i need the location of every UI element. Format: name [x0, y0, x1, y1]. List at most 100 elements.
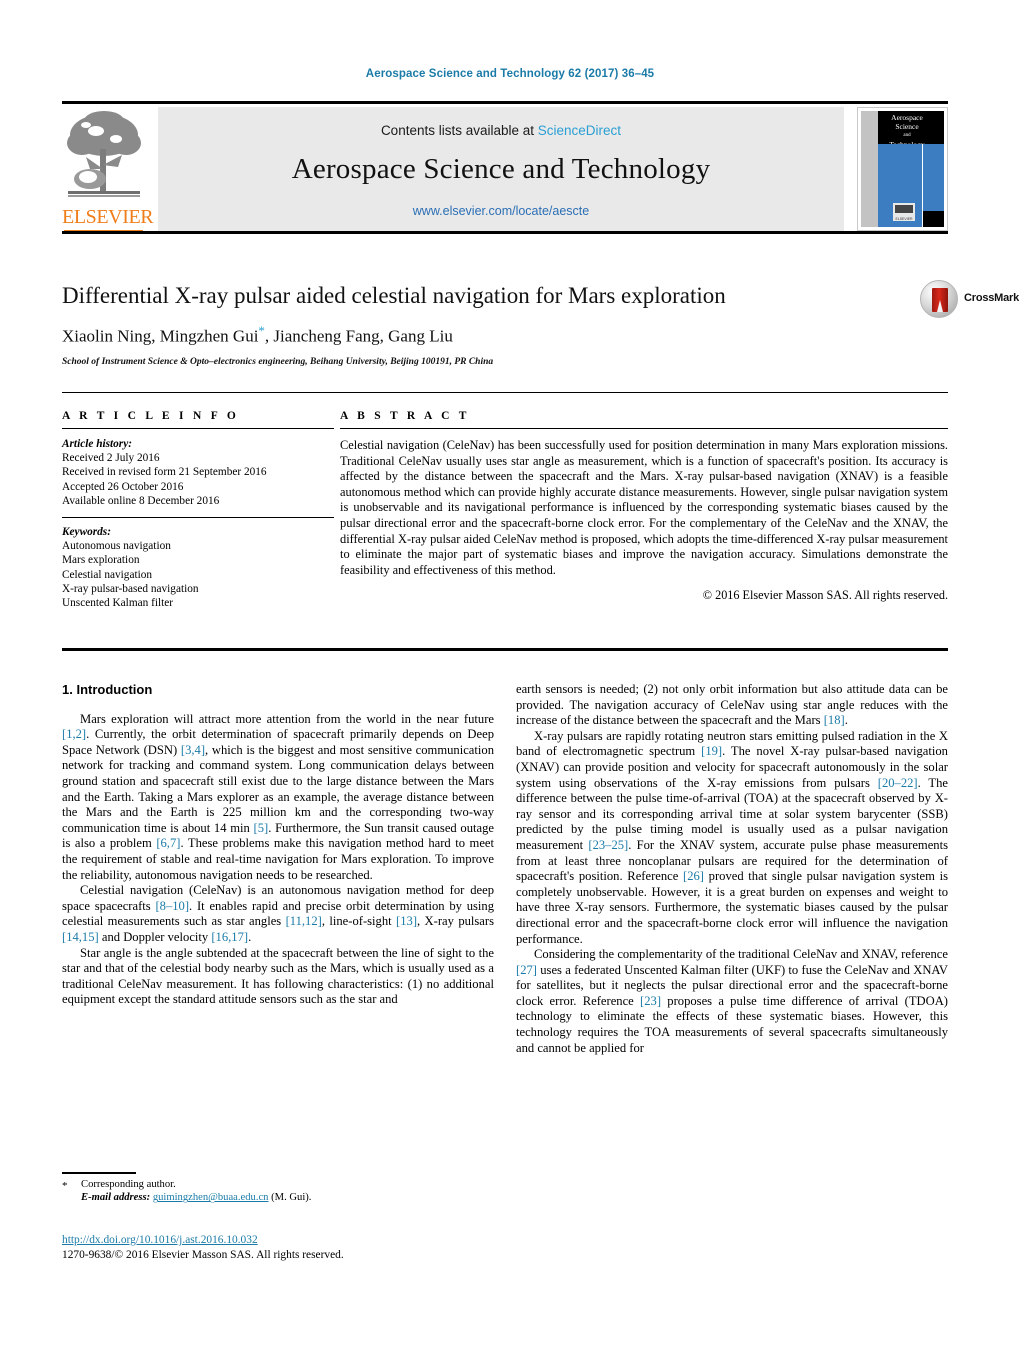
contents-prefix-text: Contents lists available at [380, 123, 538, 138]
history-item: Available online 8 December 2016 [62, 494, 220, 507]
paragraph-text: earth sensors is needed; (2) not only or… [516, 682, 948, 728]
masthead-bottom-rule [62, 231, 948, 234]
keyword-item: Mars exploration [62, 554, 140, 567]
abstract-copyright: © 2016 Elsevier Masson SAS. All rights r… [702, 588, 948, 603]
cover-title-line2: Science [895, 122, 919, 131]
sciencedirect-link[interactable]: ScienceDirect [538, 123, 621, 138]
author-names-part2: , Jiancheng Fang, Gang Liu [264, 326, 453, 346]
crossmark-disc-icon [920, 280, 958, 318]
citation-link[interactable]: [14,15] [62, 930, 99, 944]
article-info-section: A R T I C L E I N F O Article history: R… [62, 410, 334, 610]
abstract-rule [340, 428, 948, 429]
citation-link[interactable]: [11,12] [286, 914, 322, 928]
doi-link[interactable]: http://dx.doi.org/10.1016/j.ast.2016.10.… [62, 1233, 494, 1248]
cover-logo-bars [895, 205, 913, 213]
elsevier-wordmark: ELSEVIER [62, 206, 154, 228]
corresponding-author-note: Corresponding author. [81, 1179, 176, 1190]
citation-link[interactable]: [13] [396, 914, 417, 928]
body-paragraph: Star angle is the angle subtended at the… [62, 946, 494, 1008]
crossmark-book-icon [932, 288, 948, 312]
page-title: Differential X-ray pulsar aided celestia… [62, 283, 726, 308]
paragraph-text: . [844, 713, 848, 728]
article-history-label: Article history: [62, 438, 132, 450]
cover-title-line3: and [903, 133, 911, 138]
footnote-separator-rule [62, 1172, 136, 1174]
paragraph-text: and Doppler velocity [98, 929, 212, 944]
body-paragraph: X-ray pulsars are rapidly rotating neutr… [516, 729, 948, 947]
citation-link[interactable]: [27] [516, 963, 537, 977]
abstract-bottom-rule [62, 648, 948, 651]
paper-page: Aerospace Science and Technology 62 (201… [0, 0, 1020, 1351]
body-paragraph: earth sensors is needed; (2) not only or… [516, 682, 948, 729]
citation-link[interactable]: [8–10] [155, 899, 189, 913]
cover-gray-band [861, 111, 878, 227]
crossmark-badge[interactable]: CrossMark [920, 280, 1019, 320]
keywords-label: Keywords: [62, 526, 111, 539]
doi-block: http://dx.doi.org/10.1016/j.ast.2016.10.… [62, 1233, 494, 1262]
email-suffix: (M. Gui). [271, 1192, 312, 1204]
body-column-right: earth sensors is needed; (2) not only or… [516, 682, 948, 1056]
citation-link[interactable]: [3,4] [181, 743, 205, 757]
affiliation: School of Instrument Science & Opto–elec… [62, 356, 494, 367]
paragraph-text: , line-of-sight [321, 914, 397, 929]
history-item: Received 2 July 2016 [62, 452, 160, 465]
cover-black-corner [923, 211, 944, 227]
citation-link[interactable]: [23] [640, 994, 661, 1008]
elsevier-tree-icon [66, 109, 142, 205]
email-link[interactable]: guimingzhen@buaa.edu.cn [153, 1192, 269, 1203]
paragraph-text: Mars exploration will attract more atten… [80, 711, 494, 726]
citation-link[interactable]: [1,2] [62, 727, 86, 741]
journal-title: Aerospace Science and Technology [291, 153, 711, 185]
footnote-star-marker: * [62, 1180, 68, 1192]
abstract-heading: A B S T R A C T [340, 410, 470, 422]
cover-elsevier-logo-icon: ELSEVIER [893, 203, 915, 221]
keywords-block: Keywords: Autonomous navigation Mars exp… [62, 525, 334, 610]
email-address-line: E-mail address: guimingzhen@buaa.edu.cn … [81, 1191, 494, 1204]
cover-blue-right-panel [923, 144, 944, 211]
paragraph-text: Considering the complementarity of the t… [534, 947, 948, 962]
citation-link[interactable]: [5] [254, 821, 269, 835]
body-paragraph: Considering the complementarity of the t… [516, 947, 948, 1056]
keyword-item: Unscented Kalman filter [62, 597, 174, 610]
history-item: Accepted 26 October 2016 [62, 480, 184, 493]
cover-inner: Aerospace Science and Technology ELSEVIE… [861, 111, 944, 227]
issn-copyright-line: 1270-9638/© 2016 Elsevier Masson SAS. Al… [62, 1248, 344, 1261]
article-info-rule-2 [62, 517, 334, 519]
paragraph-text: . [248, 929, 252, 944]
body-paragraph: Mars exploration will attract more atten… [62, 712, 494, 884]
journal-url-link[interactable]: www.elsevier.com/locate/aescte [158, 204, 844, 218]
citation-link[interactable]: [20–22] [878, 776, 918, 790]
journal-cover-thumbnail: Aerospace Science and Technology ELSEVIE… [857, 107, 948, 231]
abstract-text: Celestial navigation (CeleNav) has been … [340, 438, 948, 577]
journal-banner: Contents lists available at ScienceDirec… [158, 107, 844, 231]
paragraph-text: Star angle is the angle subtended at the… [62, 945, 494, 1007]
citation-link[interactable]: [26] [683, 869, 704, 883]
author-list: Xiaolin Ning, Mingzhen Gui*, Jiancheng F… [62, 323, 948, 347]
citation-link[interactable]: [19] [701, 744, 722, 758]
cover-title-line1: Aerospace [891, 113, 923, 122]
keyword-item: Autonomous navigation [62, 540, 171, 553]
body-paragraph: Celestial navigation (CeleNav) is an aut… [62, 883, 494, 945]
keyword-item: Celestial navigation [62, 568, 153, 581]
history-item: Received in revised form 21 September 20… [62, 466, 267, 479]
elsevier-logo: ELSEVIER [62, 107, 154, 232]
cover-logo-text: ELSEVIER [895, 217, 913, 221]
title-bottom-rule [62, 392, 948, 393]
journal-masthead: ELSEVIER Contents lists available at Sci… [62, 101, 948, 234]
article-info-heading: A R T I C L E I N F O [62, 410, 240, 422]
keyword-item: X-ray pulsar-based navigation [62, 582, 199, 595]
article-history-block: Article history: Received 2 July 2016 Re… [62, 437, 334, 508]
article-info-rule-1 [62, 428, 334, 429]
footnote-block: * Corresponding author. E-mail address: … [62, 1178, 494, 1205]
citation-link[interactable]: [18] [824, 713, 845, 727]
citation-link[interactable]: [6,7] [156, 836, 180, 850]
email-label: E-mail address: [81, 1192, 151, 1204]
right-paragraphs: earth sensors is needed; (2) not only or… [516, 682, 948, 1056]
contents-available-line: Contents lists available at ScienceDirec… [158, 123, 844, 138]
citation-link[interactable]: [23–25] [588, 838, 628, 852]
author-names-part1: Xiaolin Ning, Mingzhen Gui [62, 326, 259, 346]
running-head: Aerospace Science and Technology 62 (201… [365, 68, 655, 80]
citation-link[interactable]: [16,17] [211, 930, 248, 944]
left-paragraphs: Mars exploration will attract more atten… [62, 712, 494, 1008]
abstract-section: A B S T R A C T Celestial navigation (Ce… [340, 410, 948, 603]
